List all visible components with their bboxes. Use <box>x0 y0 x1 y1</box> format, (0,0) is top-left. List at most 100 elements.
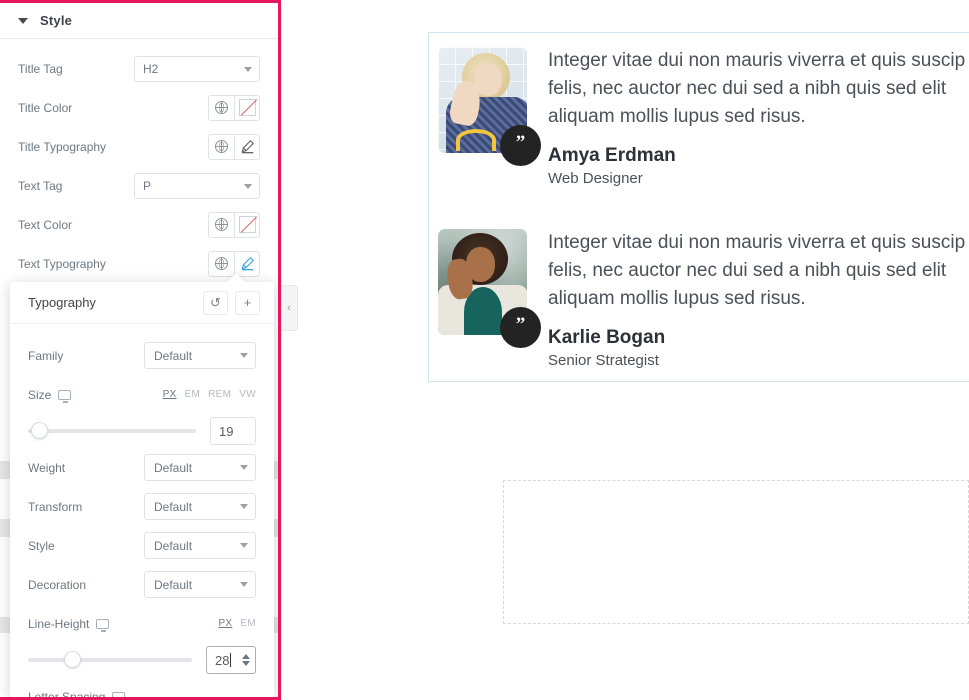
panel-collapse-handle[interactable]: ‹ <box>281 285 298 331</box>
globe-icon <box>215 257 228 270</box>
style-select[interactable]: Default <box>144 532 256 559</box>
size-input[interactable]: 19 <box>210 417 256 445</box>
size-slider-knob[interactable] <box>31 422 49 439</box>
line-height-input[interactable]: 28 <box>206 646 256 674</box>
size-unit-rem[interactable]: REM <box>208 389 231 400</box>
reset-glyph: ↺ <box>210 294 221 310</box>
transform-select[interactable]: Default <box>144 493 256 520</box>
style-settings-panel: Style Title Tag H2 Title Color Title Typ… <box>0 0 281 700</box>
field-label: Weight <box>28 460 66 475</box>
title-typography-edit-button[interactable] <box>234 133 260 160</box>
text-tag-select[interactable]: P <box>134 172 260 199</box>
plus-icon[interactable]: + <box>235 290 260 315</box>
screen-root: Style Title Tag H2 Title Color Title Typ… <box>0 0 969 700</box>
size-unit-px[interactable]: PX <box>163 389 177 400</box>
title-color-globe-button[interactable] <box>208 94 234 121</box>
preview-canvas: ” Integer vitae dui non mauris viverra e… <box>281 0 969 700</box>
testimonial-name: Karlie Bogan <box>548 327 666 348</box>
control-row-title-typography: Title Typography <box>0 127 278 166</box>
title-tag-value: H2 <box>134 55 260 82</box>
control-row-text-color: Text Color <box>0 205 278 244</box>
chevron-down-icon <box>240 582 248 587</box>
quote-glyph: ” <box>515 314 526 335</box>
quote-line: Integer vitae dui non mauris viverra et … <box>548 232 966 253</box>
text-color-swatch-button[interactable] <box>234 211 260 238</box>
control-row-title-tag: Title Tag H2 <box>0 49 278 88</box>
testimonial-content: Integer vitae dui non mauris viverra et … <box>535 229 969 369</box>
chevron-down-icon <box>240 543 248 548</box>
control-label: Text Color <box>18 217 73 232</box>
chevron-left-icon: ‹ <box>287 302 291 314</box>
no-color-icon <box>238 216 256 233</box>
line-height-slider[interactable] <box>28 651 192 668</box>
typography-popover-header: Typography ↺ + <box>10 282 274 324</box>
testimonial-content: Integer vitae dui non mauris viverra et … <box>535 47 969 187</box>
typography-popover: Typography ↺ + Family Default Size PX EM… <box>10 273 274 700</box>
no-color-icon <box>238 99 256 116</box>
text-color-globe-button[interactable] <box>208 211 234 238</box>
globe-icon <box>215 218 228 231</box>
quote-line: felis, nec auctor nec dui sed a nibh qui… <box>548 78 947 99</box>
style-section-header[interactable]: Style <box>0 3 278 39</box>
title-typography-controls <box>208 133 260 160</box>
text-color-controls <box>208 211 260 238</box>
pencil-icon <box>240 139 255 154</box>
text-cursor <box>230 653 232 667</box>
desktop-icon[interactable] <box>96 618 110 632</box>
line-height-unit-em[interactable]: EM <box>240 618 256 629</box>
page-title: Style <box>40 13 73 28</box>
testimonial-quote: Integer vitae dui non mauris viverra et … <box>548 229 969 313</box>
quote-line: aliquam mollis lupus sed risus. <box>548 106 806 127</box>
testimonials-widget[interactable]: ” Integer vitae dui non mauris viverra e… <box>428 32 969 382</box>
field-label: Style <box>28 538 55 553</box>
title-color-swatch-button[interactable] <box>234 94 260 121</box>
line-height-slider-knob[interactable] <box>64 651 82 668</box>
testimonial-role: Web Designer <box>548 170 643 187</box>
control-label: Title Typography <box>18 139 107 154</box>
reset-icon[interactable]: ↺ <box>203 290 228 315</box>
testimonial-quote: Integer vitae dui non mauris viverra et … <box>548 47 969 131</box>
size-unit-vw[interactable]: VW <box>239 389 256 400</box>
line-height-stepper[interactable] <box>242 654 250 666</box>
chevron-down-icon <box>240 504 248 509</box>
line-height-unit-switcher: PX EM <box>218 618 256 629</box>
testimonial-item[interactable]: ” Integer vitae dui non mauris viverra e… <box>438 201 969 369</box>
desktop-icon[interactable] <box>112 691 126 697</box>
size-slider[interactable] <box>28 422 196 439</box>
field-row-decoration: Decoration Default <box>28 565 256 604</box>
control-row-text-tag: Text Tag P <box>0 166 278 205</box>
testimonial-item[interactable]: ” Integer vitae dui non mauris viverra e… <box>438 42 969 201</box>
style-controls-list: Title Tag H2 Title Color Title Typograph… <box>0 39 278 283</box>
chevron-down-icon <box>240 465 248 470</box>
caret-down-icon <box>18 17 28 24</box>
size-unit-switcher: PX EM REM VW <box>163 389 256 400</box>
field-label: Transform <box>28 499 83 514</box>
typography-fields: Family Default Size PX EM REM VW 19 Weig… <box>10 324 274 700</box>
line-height-unit-px[interactable]: PX <box>218 618 232 629</box>
line-height-label-text: Line-Height <box>28 616 90 631</box>
decoration-select[interactable]: Default <box>144 571 256 598</box>
field-label: Line-Height <box>28 616 218 632</box>
quote-line: Integer vitae dui non mauris viverra et … <box>548 50 966 71</box>
testimonial-name: Amya Erdman <box>548 145 676 166</box>
plus-glyph: + <box>243 295 252 310</box>
title-tag-select[interactable]: H2 <box>134 55 260 82</box>
size-unit-em[interactable]: EM <box>185 389 201 400</box>
field-label: Decoration <box>28 577 87 592</box>
empty-dropzone[interactable] <box>503 480 969 624</box>
field-row-letter-spacing: Letter Spacing <box>28 677 256 700</box>
field-row-size: Size PX EM REM VW <box>28 375 256 414</box>
typography-popover-title: Typography <box>28 295 96 310</box>
control-label: Title Color <box>18 100 73 115</box>
family-select[interactable]: Default <box>144 342 256 369</box>
field-row-style: Style Default <box>28 526 256 565</box>
title-typography-globe-button[interactable] <box>208 133 234 160</box>
field-label: Letter Spacing <box>28 689 256 700</box>
letter-spacing-label-text: Letter Spacing <box>28 689 106 700</box>
weight-select[interactable]: Default <box>144 454 256 481</box>
text-tag-value: P <box>134 172 260 199</box>
quote-glyph: ” <box>515 132 526 153</box>
desktop-icon[interactable] <box>58 389 72 403</box>
size-label-text: Size <box>28 387 52 402</box>
control-label: Text Tag <box>18 178 63 193</box>
